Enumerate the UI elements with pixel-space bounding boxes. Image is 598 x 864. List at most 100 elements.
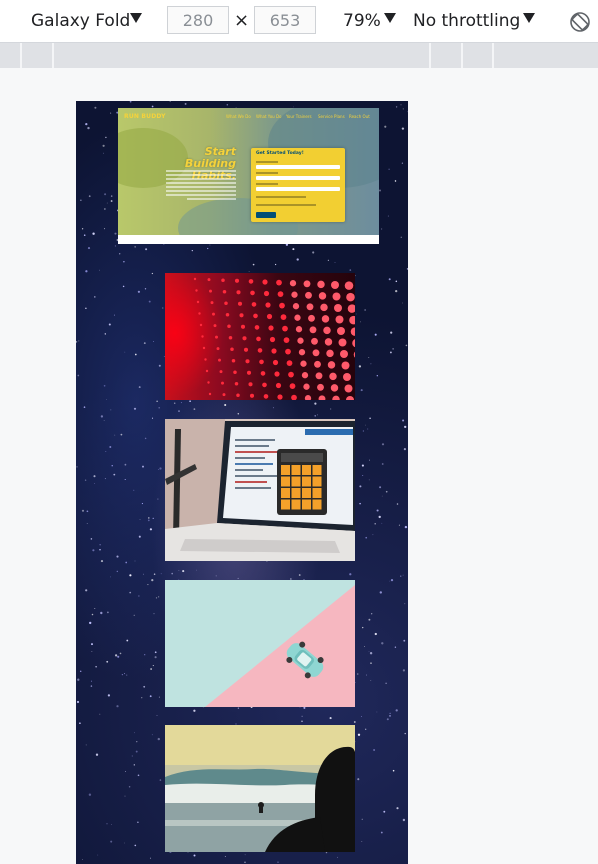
star [95,666,97,668]
star [353,721,356,723]
form-title: Get Started Today! [256,151,304,156]
star [114,245,116,247]
star [169,101,171,102]
calc-key [281,488,290,498]
led-dot [262,382,267,388]
star [83,234,86,236]
star [368,479,370,481]
star [158,596,160,598]
led-dot [338,338,347,347]
throttling-select[interactable]: No throttling [413,11,520,31]
device-viewport[interactable]: RUN BUDDY What We Do What You Do Your Tr… [76,101,408,864]
zoom-dropdown-icon[interactable] [384,13,396,23]
nav-link[interactable]: What We Do [226,114,251,119]
nav-link[interactable]: Service Plans [318,114,345,119]
star [134,246,136,248]
star [137,774,140,777]
device-select[interactable]: Galaxy Fold [31,11,130,31]
star [129,101,132,103]
led-dot [344,281,354,290]
star [141,503,143,505]
star [157,737,160,741]
star [144,437,147,440]
zoom-select[interactable]: 79% [343,11,381,31]
star [85,270,88,273]
device-dropdown-icon[interactable] [130,13,142,23]
star [90,680,93,682]
star [138,386,141,389]
star [110,840,113,843]
calc-key [312,488,322,498]
star [394,180,397,182]
led-dot [346,292,355,302]
hero-text-block [166,170,236,202]
star [376,509,379,512]
star [389,712,391,715]
led-dot [327,361,336,369]
get-started-button[interactable] [256,212,276,218]
star [362,626,364,629]
nav-link[interactable]: Reach Out [349,114,370,119]
width-input[interactable]: 280 [167,6,229,34]
star [370,679,372,681]
star [116,705,119,708]
led-dot [323,326,331,335]
star [100,560,104,563]
star [124,351,126,353]
star [296,258,299,261]
rotate-icon[interactable] [569,11,591,33]
led-dot [212,312,215,316]
star [111,465,113,467]
star [401,127,405,130]
star [102,144,105,147]
calc-key [302,499,311,510]
breakpoint-mark[interactable] [20,43,22,68]
nav-link[interactable]: What You Do [256,114,281,119]
calc-key [281,499,290,510]
star [106,823,108,825]
star [402,818,406,822]
breakpoint-mark[interactable] [52,43,54,68]
star [389,715,391,717]
star [244,854,246,856]
star [113,314,115,316]
calc-key [302,465,311,475]
star [133,614,135,616]
led-dot [315,372,323,380]
nav-link[interactable]: Your Trainers [286,114,312,119]
star [402,108,404,110]
star [158,407,160,409]
star [134,844,137,847]
phone-field[interactable] [256,187,340,191]
led-dot [295,326,303,333]
led-dot [234,381,239,386]
calc-key [281,465,290,475]
calc-key [312,476,322,487]
led-dot [317,383,324,391]
signup-form: Get Started Today! [251,148,345,222]
media-query-bar[interactable] [0,43,598,68]
breakpoint-mark[interactable] [492,43,494,68]
name-field[interactable] [256,165,340,169]
star [148,517,150,519]
star [383,810,386,813]
led-dot [300,360,307,367]
height-input[interactable]: 653 [254,6,316,34]
led-dot [219,370,223,374]
star [124,463,127,466]
led-dot [225,312,230,317]
throttling-dropdown-icon[interactable] [523,13,535,23]
ocean-illustration [165,725,355,852]
breakpoint-mark[interactable] [429,43,431,68]
star [171,572,173,575]
star [151,272,154,275]
star [354,682,356,683]
led-dot [292,303,300,310]
email-field[interactable] [256,176,340,180]
star [135,750,138,753]
star [405,344,408,347]
star [76,466,78,468]
star [78,340,80,342]
breakpoint-mark[interactable] [461,43,463,68]
led-dot [193,277,197,281]
